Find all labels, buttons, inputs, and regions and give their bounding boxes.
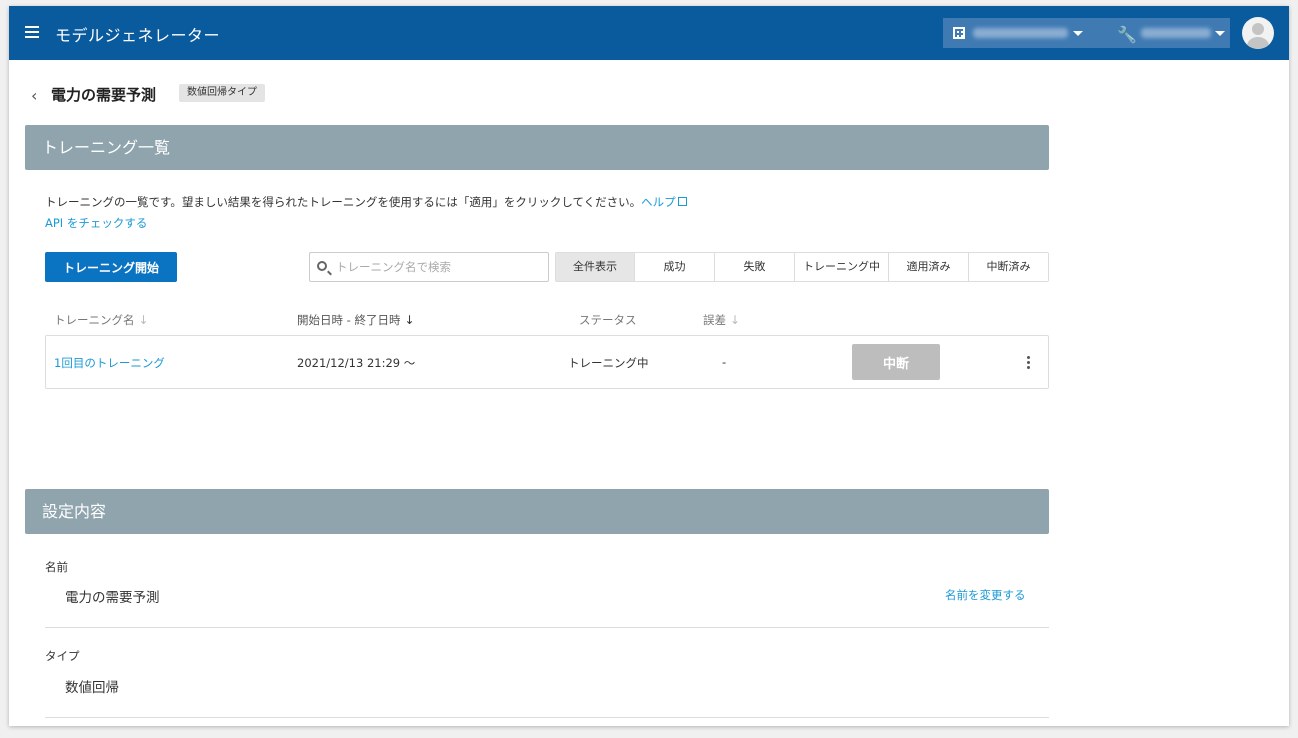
project-name-redacted bbox=[1141, 28, 1211, 38]
column-period-label: 開始日時 - 終了日時 bbox=[297, 313, 401, 327]
filter-success[interactable]: 成功 bbox=[635, 253, 715, 281]
more-vert-icon[interactable] bbox=[1022, 354, 1034, 370]
training-period: 2021/12/13 21:29 〜 bbox=[297, 356, 416, 370]
start-training-button[interactable]: トレーニング開始 bbox=[45, 252, 177, 282]
sort-arrow-icon: ↓ bbox=[404, 313, 415, 327]
name-value: 電力の需要予測 bbox=[65, 590, 160, 606]
settings-header: 設定内容 bbox=[25, 489, 1049, 534]
training-status: トレーニング中 bbox=[568, 356, 649, 370]
column-header-period[interactable]: 開始日時 - 終了日時 ↓ bbox=[297, 312, 415, 328]
user-avatar[interactable] bbox=[1242, 17, 1274, 49]
column-header-name[interactable]: トレーニング名 ↓ bbox=[54, 312, 149, 328]
api-check-link[interactable]: API をチェックする bbox=[45, 215, 147, 231]
divider bbox=[45, 717, 1049, 718]
rename-link[interactable]: 名前を変更する bbox=[945, 587, 1026, 603]
hamburger-menu-icon[interactable] bbox=[25, 26, 41, 40]
description-text: トレーニングの一覧です。望ましい結果を得られたトレーニングを使用するには「適用」… bbox=[45, 195, 642, 209]
app-bar: モデルジェネレーター 🔧 bbox=[9, 6, 1289, 60]
filter-stopped[interactable]: 中断済み bbox=[969, 253, 1048, 281]
stop-training-button[interactable]: 中断 bbox=[852, 344, 940, 380]
table-row: 1回目のトレーニング 2021/12/13 21:29 〜 トレーニング中 - … bbox=[45, 335, 1049, 389]
filter-applied[interactable]: 適用済み bbox=[889, 253, 969, 281]
column-name-label: トレーニング名 bbox=[54, 313, 135, 327]
organization-selector[interactable] bbox=[943, 18, 1093, 48]
type-label: タイプ bbox=[45, 649, 80, 663]
training-description: トレーニングの一覧です。望ましい結果を得られたトレーニングを使用するには「適用」… bbox=[45, 194, 687, 210]
back-chevron-icon[interactable]: ‹ bbox=[31, 86, 37, 105]
training-name-link[interactable]: 1回目のトレーニング bbox=[54, 355, 165, 371]
training-search[interactable] bbox=[309, 252, 549, 282]
chevron-down-icon[interactable] bbox=[1073, 31, 1083, 36]
page-title: 電力の需要予測 bbox=[51, 86, 157, 104]
organization-name-redacted bbox=[973, 28, 1068, 38]
filter-training[interactable]: トレーニング中 bbox=[795, 253, 889, 281]
status-filter-group: 全件表示 成功 失敗 トレーニング中 適用済み 中断済み bbox=[555, 252, 1049, 282]
project-selector[interactable]: 🔧 bbox=[1093, 18, 1230, 48]
search-icon bbox=[317, 261, 327, 271]
filter-all[interactable]: 全件表示 bbox=[556, 253, 635, 281]
training-error: - bbox=[722, 355, 727, 369]
divider bbox=[45, 627, 1049, 628]
column-header-error[interactable]: 誤差 ↓ bbox=[703, 312, 740, 328]
sort-arrow-icon: ↓ bbox=[730, 313, 741, 327]
column-status-label: ステータス bbox=[579, 313, 637, 327]
name-label: 名前 bbox=[45, 560, 68, 574]
training-list-header: トレーニング一覧 bbox=[25, 125, 1049, 170]
search-input[interactable] bbox=[336, 257, 544, 277]
training-name[interactable]: 1回目のトレーニング bbox=[54, 356, 165, 370]
type-badge: 数値回帰タイプ bbox=[179, 84, 265, 102]
filter-failed[interactable]: 失敗 bbox=[715, 253, 795, 281]
column-error-label: 誤差 bbox=[703, 313, 726, 327]
app-title: モデルジェネレーター bbox=[55, 26, 221, 45]
type-value: 数値回帰 bbox=[65, 680, 119, 696]
building-icon bbox=[953, 27, 965, 39]
chevron-down-icon[interactable] bbox=[1215, 31, 1225, 36]
help-link[interactable]: ヘルプ bbox=[641, 195, 687, 209]
app-window: モデルジェネレーター 🔧 ‹ 電力の需要予測 数値回帰タイプ トレーニング一覧 … bbox=[9, 6, 1289, 726]
column-header-status: ステータス bbox=[579, 312, 637, 328]
help-link-label: ヘルプ bbox=[641, 195, 676, 209]
sort-arrow-icon: ↓ bbox=[138, 313, 149, 327]
external-link-icon bbox=[677, 197, 687, 206]
wrench-icon: 🔧 bbox=[1117, 25, 1137, 44]
